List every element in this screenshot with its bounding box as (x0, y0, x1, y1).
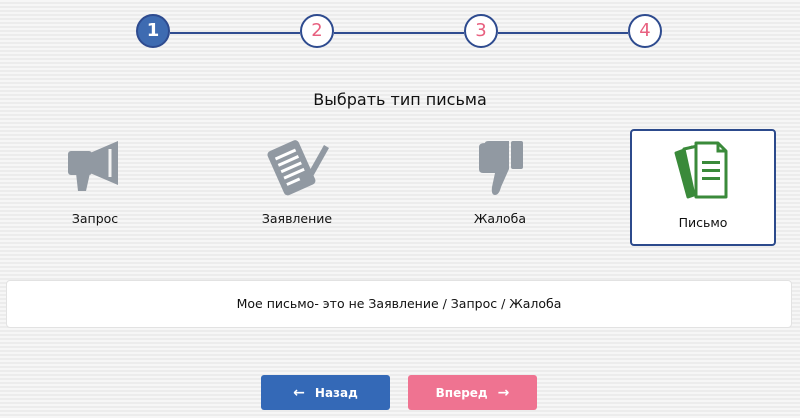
option-label: Запрос (71, 211, 119, 226)
stepper-connector (170, 32, 300, 34)
progress-stepper: 1 2 3 4 (0, 0, 800, 70)
section-title: Выбрать тип письма (313, 90, 487, 109)
option-label: Заявление (261, 211, 333, 226)
option-label: Письмо (678, 215, 728, 230)
stepper-connector (498, 32, 628, 34)
step-4[interactable]: 4 (628, 14, 662, 48)
option-statement[interactable]: Заявление (224, 129, 370, 246)
arrow-left-icon: ← (293, 384, 305, 401)
step-3[interactable]: 3 (464, 14, 498, 48)
stepper-connector (334, 32, 464, 34)
next-button-label: Вперед (435, 385, 488, 400)
description-text: Мое письмо- это не Заявление / Запрос / … (236, 296, 562, 311)
option-letter[interactable]: Письмо (630, 129, 776, 246)
next-button[interactable]: Вперед → (408, 375, 537, 410)
back-button[interactable]: ← Назад (261, 375, 390, 410)
option-complaint[interactable]: Жалоба (427, 129, 573, 246)
documents-icon (674, 141, 728, 199)
option-description: Мое письмо- это не Заявление / Запрос / … (6, 280, 792, 328)
thumbs-down-icon (479, 141, 523, 195)
arrow-right-icon: → (497, 384, 510, 401)
back-button-label: Назад (314, 385, 358, 400)
step-1[interactable]: 1 (136, 14, 170, 48)
option-request[interactable]: Запрос (22, 129, 168, 246)
option-label: Жалоба (473, 211, 527, 226)
step-2[interactable]: 2 (300, 14, 334, 48)
document-pen-icon (267, 140, 329, 196)
megaphone-icon (68, 141, 118, 191)
